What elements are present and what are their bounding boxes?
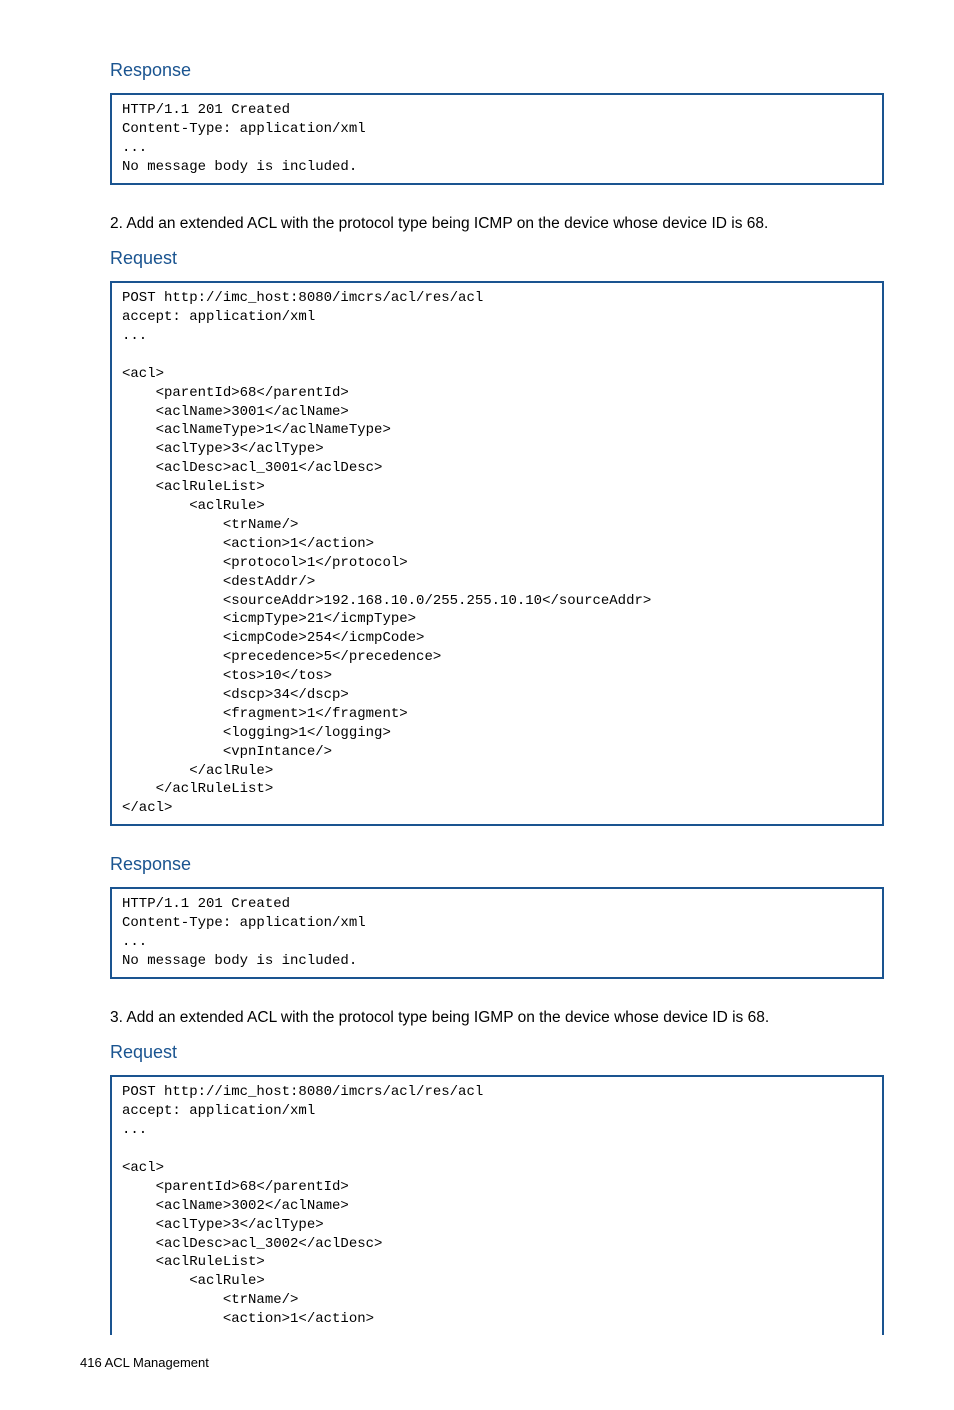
request-code-2: POST http://imc_host:8080/imcrs/acl/res/… — [110, 1075, 884, 1335]
request-heading-1: Request — [110, 248, 884, 269]
response-code-1: HTTP/1.1 201 Created Content-Type: appli… — [110, 93, 884, 185]
response-heading-1: Response — [110, 60, 884, 81]
request-code-1: POST http://imc_host:8080/imcrs/acl/res/… — [110, 281, 884, 826]
step-description-2: 2. Add an extended ACL with the protocol… — [110, 213, 884, 235]
step-description-3: 3. Add an extended ACL with the protocol… — [110, 1007, 884, 1029]
page-footer: 416 ACL Management — [80, 1355, 884, 1370]
response-code-2: HTTP/1.1 201 Created Content-Type: appli… — [110, 887, 884, 979]
request-heading-2: Request — [110, 1042, 884, 1063]
response-heading-2: Response — [110, 854, 884, 875]
